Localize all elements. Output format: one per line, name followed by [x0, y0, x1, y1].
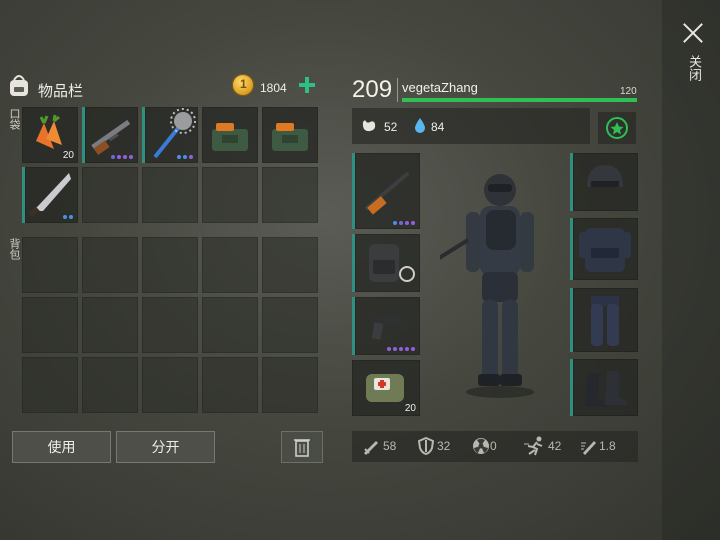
- rarity-dots: [387, 347, 415, 351]
- medkit-bag-icon: [212, 123, 248, 151]
- running-icon: [524, 436, 546, 461]
- backpack-slot[interactable]: [142, 357, 198, 413]
- radiation-icon: [472, 437, 490, 460]
- feet-armor-slot[interactable]: [570, 359, 638, 416]
- pocket-label: 口袋: [8, 108, 20, 130]
- head-armor-slot[interactable]: [570, 153, 638, 211]
- backpack-slot[interactable]: [142, 297, 198, 353]
- shield-icon: [417, 436, 435, 460]
- food-value: 52: [384, 120, 398, 134]
- tactical-vest-icon: [579, 228, 631, 272]
- speed-value: 42: [548, 439, 562, 453]
- attack-value: 58: [383, 439, 397, 453]
- backpack-slot[interactable]: [82, 237, 138, 293]
- player-name: vegetaZhang: [402, 80, 478, 95]
- backpack-slot[interactable]: [202, 297, 258, 353]
- divider: [397, 78, 398, 102]
- split-button[interactable]: 分开: [116, 431, 215, 463]
- trash-icon: [294, 439, 310, 457]
- player-level: 209: [352, 76, 393, 103]
- item-quantity: 20: [404, 403, 416, 414]
- backpack-slot[interactable]: [82, 297, 138, 353]
- inventory-slot[interactable]: [82, 107, 138, 163]
- backpack-slot[interactable]: [262, 237, 318, 293]
- coin-count: 1804: [260, 81, 287, 95]
- backpack-slot[interactable]: [262, 297, 318, 353]
- backpack-slot[interactable]: [142, 237, 198, 293]
- secondary-weapon-slot[interactable]: [352, 297, 420, 355]
- backpack-slot[interactable]: [22, 297, 78, 353]
- inventory-slot[interactable]: [262, 167, 318, 223]
- leg-armor-slot[interactable]: [570, 288, 638, 352]
- water-value: 84: [431, 120, 445, 134]
- inventory-slot[interactable]: [262, 107, 318, 163]
- attack-speed-icon: [580, 437, 598, 460]
- inventory-slot[interactable]: [202, 167, 258, 223]
- xp-bar: [402, 98, 637, 102]
- attack-icon: [362, 437, 380, 460]
- body-armor-slot[interactable]: [570, 218, 638, 280]
- rarity-dots: [111, 155, 133, 159]
- trash-button[interactable]: [281, 431, 323, 463]
- rarity-dots: [177, 155, 193, 159]
- close-label[interactable]: 关闭: [685, 55, 704, 81]
- use-button[interactable]: 使用: [12, 431, 111, 463]
- attack-speed-value: 1.8: [599, 439, 616, 453]
- backpack-slot[interactable]: [262, 357, 318, 413]
- inventory-slot[interactable]: [82, 167, 138, 223]
- coin-icon: 1: [232, 74, 254, 96]
- close-icon[interactable]: [682, 22, 704, 44]
- inventory-title: 物品栏: [38, 83, 84, 100]
- consumable-slot[interactable]: 20: [352, 360, 420, 416]
- armored-pants-icon: [591, 296, 619, 346]
- character-model: [418, 160, 560, 410]
- inventory-slot[interactable]: [142, 167, 198, 223]
- radiation-value: 0: [490, 439, 497, 453]
- defense-value: 32: [437, 439, 451, 453]
- backpack-icon: [369, 244, 415, 282]
- backpack-slot-equip[interactable]: [352, 234, 420, 292]
- rarity-dots: [63, 215, 73, 219]
- water-drop-icon: [414, 117, 426, 138]
- close-panel: [662, 0, 720, 540]
- item-quantity: 20: [62, 150, 74, 161]
- rarity-dots: [393, 221, 415, 225]
- backpack-slot[interactable]: [202, 357, 258, 413]
- backpack-slot[interactable]: [202, 237, 258, 293]
- boots-icon: [585, 371, 627, 407]
- inventory-slot[interactable]: [202, 107, 258, 163]
- inventory-slot[interactable]: [22, 167, 78, 223]
- inventory-slot[interactable]: 20: [22, 107, 78, 163]
- medkit-bag-icon: [272, 123, 308, 151]
- inventory-slot[interactable]: [142, 107, 198, 163]
- backpack-slot[interactable]: [82, 357, 138, 413]
- backpack-slot[interactable]: [22, 237, 78, 293]
- perks-button[interactable]: [598, 112, 636, 144]
- backpack-label: 背包: [8, 238, 20, 260]
- star-icon: [606, 117, 628, 139]
- xp-value: 120: [620, 86, 637, 97]
- add-coins-button[interactable]: [298, 76, 316, 94]
- backpack-icon: [6, 72, 32, 98]
- backpack-slot[interactable]: [22, 357, 78, 413]
- stomach-icon: [360, 118, 378, 139]
- sniper-rifle-icon: [364, 171, 410, 215]
- helmet-icon: [587, 165, 623, 187]
- primary-weapon-slot[interactable]: [352, 153, 420, 229]
